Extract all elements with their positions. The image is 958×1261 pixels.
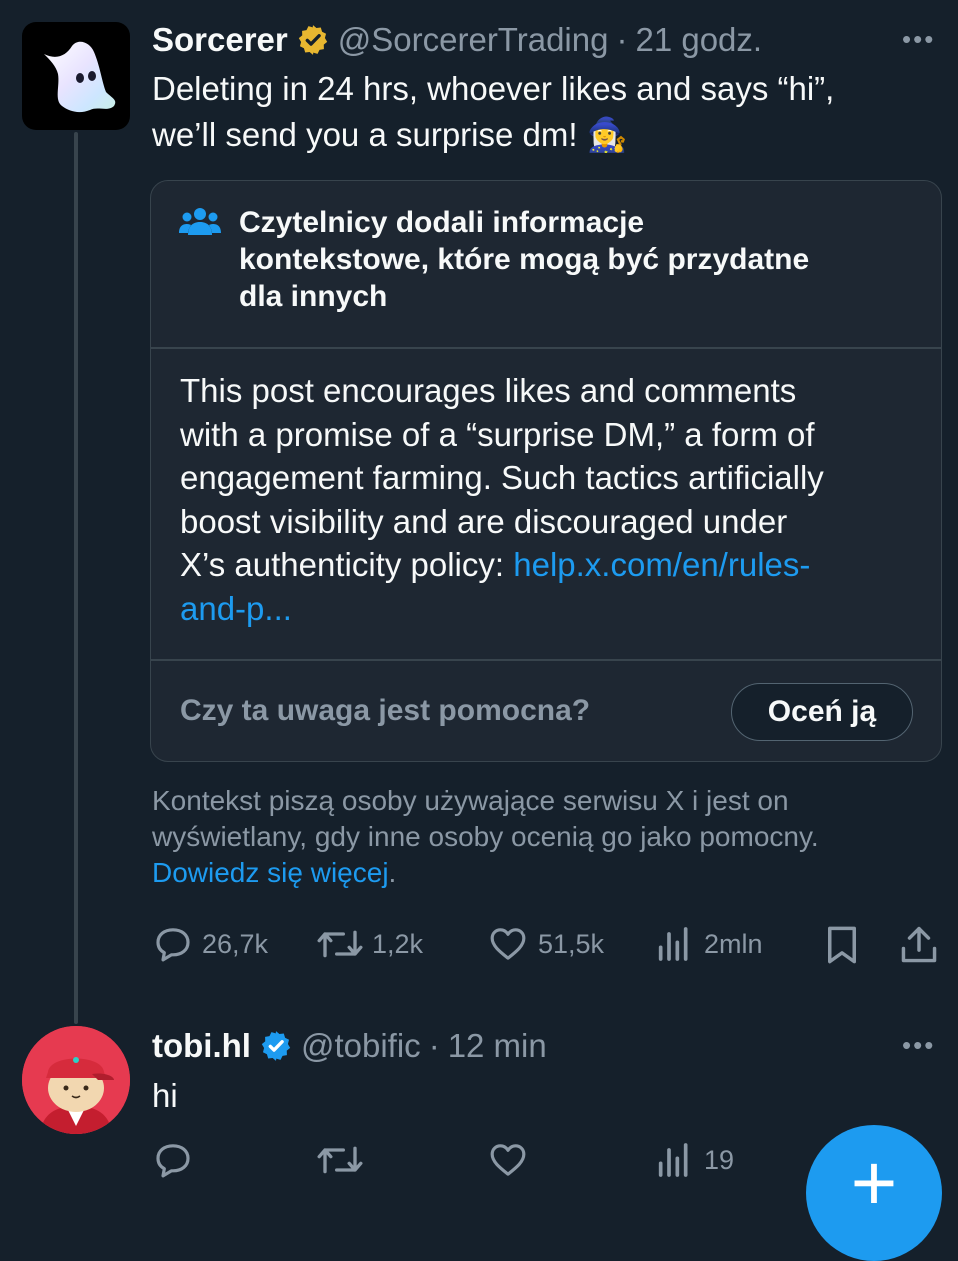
tweet-text-line: Deleting in 24 hrs, whoever likes and sa… — [152, 70, 835, 107]
community-note-header: Czytelnicy dodali informacje kontekstowe… — [239, 204, 809, 315]
cat-in-red-cap-icon — [22, 1026, 130, 1134]
tweet-text: Deleting in 24 hrs, whoever likes and sa… — [152, 66, 834, 158]
note-body-line: engagement farming. Such tactics artific… — [180, 459, 824, 496]
share-button[interactable] — [900, 924, 938, 966]
note-header-line: dla innych — [239, 280, 388, 313]
reply-icon — [156, 1144, 190, 1178]
reply-timestamp[interactable]: 12 min — [448, 1027, 547, 1065]
note-divider — [151, 659, 941, 661]
wizard-hat-ghost-icon — [44, 41, 116, 113]
reply-count: 26,7k — [202, 928, 269, 959]
author-name[interactable]: Sorcerer — [152, 21, 288, 59]
views-button[interactable]: 2mln — [656, 924, 763, 964]
note-context-info: Kontekst piszą osoby używające serwisu X… — [152, 783, 819, 891]
heart-icon — [490, 928, 526, 960]
bookmark-button[interactable] — [824, 924, 860, 966]
repost-icon — [317, 1146, 363, 1174]
reply-button[interactable]: 26,7k — [152, 924, 268, 964]
note-divider — [151, 347, 941, 349]
learn-more-link[interactable]: Dowiedz się więcej — [152, 857, 389, 888]
note-body-text: X’s authenticity policy: — [180, 546, 514, 583]
reply-header: tobi.hl @tobific · 12 min — [152, 1024, 547, 1068]
thread-connector-line — [74, 132, 78, 1024]
policy-link-continued[interactable]: and-p... — [180, 590, 292, 627]
author-avatar[interactable] — [22, 22, 130, 130]
note-header-line: Czytelnicy dodali informacje — [239, 206, 645, 239]
heart-icon — [490, 1144, 526, 1176]
compose-post-button[interactable]: + — [806, 1125, 942, 1261]
plus-icon: + — [850, 1138, 898, 1227]
note-header-line: kontekstowe, które mogą być przydatne — [239, 243, 810, 276]
reply-views-button[interactable]: 19 — [656, 1140, 734, 1180]
reply-reply-button[interactable] — [152, 1140, 194, 1180]
reply-more-options-icon[interactable]: ••• — [902, 1030, 935, 1061]
note-body-line: This post encourages likes and comments — [180, 372, 797, 409]
context-period: . — [388, 857, 397, 888]
tweet-timestamp[interactable]: 21 godz. — [635, 21, 762, 59]
tweet-header: Sorcerer @SorcererTrading · 21 godz. — [152, 18, 762, 62]
repost-count: 1,2k — [372, 928, 424, 959]
reply-author-avatar[interactable] — [22, 1026, 130, 1134]
reply-like-button[interactable] — [486, 1140, 530, 1180]
community-note-card[interactable]: Czytelnicy dodali informacje kontekstowe… — [150, 180, 942, 762]
views-chart-icon — [658, 1143, 688, 1177]
gold-verified-badge-icon[interactable] — [296, 23, 330, 57]
note-body-line: X’s authenticity policy: help.x.com/en/r… — [180, 543, 824, 587]
views-count: 2mln — [704, 928, 763, 959]
rate-note-button[interactable]: Oceń ją — [731, 683, 913, 741]
tweet-text-line: we’ll send you a surprise dm! 🧙‍♀️ — [152, 116, 628, 153]
share-icon — [901, 926, 937, 963]
context-line: wyświetlany, gdy inne osoby ocenią go ja… — [152, 821, 819, 852]
bookmark-icon — [828, 926, 856, 964]
reply-repost-button[interactable] — [316, 1140, 364, 1180]
dot-separator: · — [616, 21, 628, 58]
readers-people-icon — [179, 208, 221, 235]
like-button[interactable]: 51,5k — [486, 924, 604, 964]
community-note-body: This post encourages likes and comments … — [180, 369, 824, 630]
reply-author-name[interactable]: tobi.hl — [152, 1027, 251, 1065]
note-body-line: with a promise of a “surprise DM,” a for… — [180, 415, 815, 453]
dot-separator: · — [428, 1027, 440, 1064]
views-chart-icon — [658, 927, 688, 961]
context-line: Kontekst piszą osoby używające serwisu X… — [152, 785, 789, 816]
rate-question: Czy ta uwaga jest pomocna? — [180, 694, 591, 727]
more-options-icon[interactable]: ••• — [902, 24, 935, 55]
note-body-line: boost visibility and are discouraged und… — [180, 502, 788, 540]
blue-verified-badge-icon[interactable] — [259, 1029, 293, 1063]
reply-icon — [156, 928, 190, 962]
repost-icon — [317, 930, 363, 958]
repost-button[interactable]: 1,2k — [316, 924, 423, 964]
policy-link[interactable]: help.x.com/en/rules- — [513, 546, 810, 583]
reply-author-handle[interactable]: @tobific — [301, 1027, 421, 1065]
reply-views-count: 19 — [704, 1144, 735, 1175]
reply-text: hi — [152, 1077, 178, 1114]
like-count: 51,5k — [538, 928, 605, 959]
author-handle[interactable]: @SorcererTrading — [338, 21, 609, 59]
